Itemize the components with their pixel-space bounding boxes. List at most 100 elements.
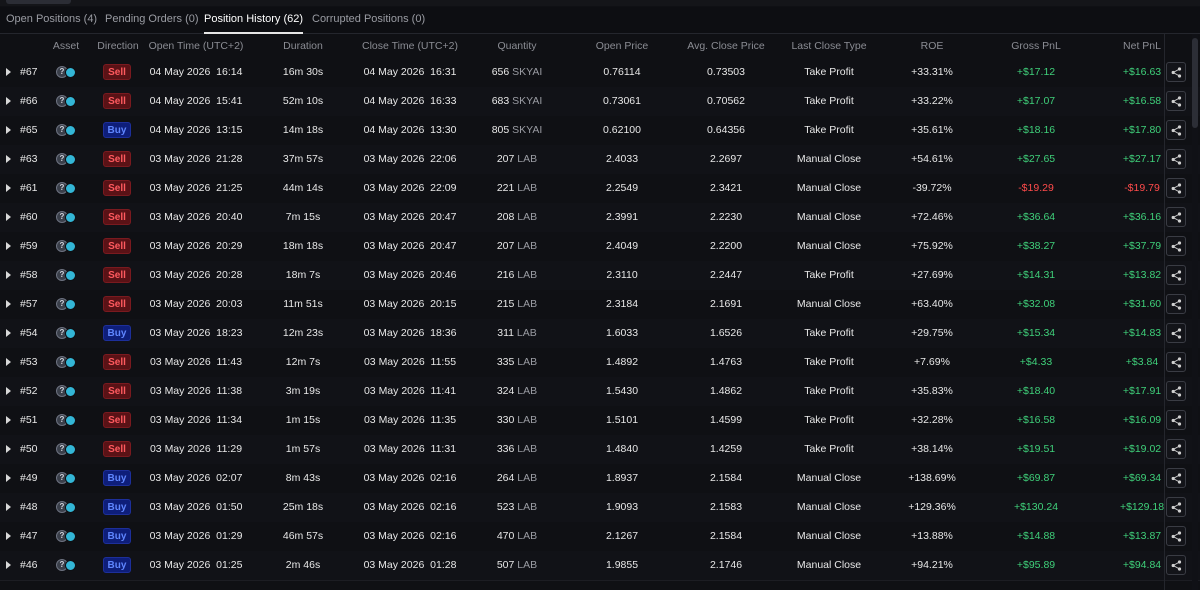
close-date: 03 May 2026 [363,269,425,281]
table-row[interactable]: #65? Buy 04 May 2026 13:15 14m 18s 04 May 20… [0,116,1200,146]
coin-usdt-icon [65,531,76,542]
open-price-cell: 1.8937 [605,472,639,484]
share-button[interactable] [1166,381,1186,401]
share-icon [1171,357,1182,368]
scrollbar-thumb[interactable] [1192,38,1198,128]
duration-cell: 3m 19s [285,385,321,397]
share-button[interactable] [1166,468,1186,488]
table-row[interactable]: #50? Sell 03 May 2026 11:29 1m 57s 03 May 20… [0,435,1200,465]
header-avg-close-price: Avg. Close Price [687,40,765,52]
share-button[interactable] [1166,120,1186,140]
table-row[interactable]: #53? Sell 03 May 2026 11:43 12m 7s 03 May 20… [0,348,1200,378]
table-row[interactable]: #61? Sell 03 May 2026 21:25 44m 14s 03 May 2… [0,174,1200,204]
expand-caret-icon[interactable] [6,126,11,134]
table-row[interactable]: #58? Sell 03 May 2026 20:28 18m 7s 03 May 20… [0,261,1200,291]
share-button[interactable] [1166,207,1186,227]
share-button[interactable] [1166,526,1186,546]
expand-caret-icon[interactable] [6,242,11,250]
expand-caret-icon[interactable] [6,329,11,337]
share-button[interactable] [1166,62,1186,82]
table-row[interactable]: #63? Sell 03 May 2026 21:28 37m 57s 03 May 2… [0,145,1200,175]
table-row[interactable]: #54? Buy 03 May 2026 18:23 12m 23s 03 May 20… [0,319,1200,349]
header-open-price: Open Price [595,40,649,52]
open-clock: 11:29 [216,443,243,455]
expand-caret-icon[interactable] [6,416,11,424]
close-date: 03 May 2026 [363,559,425,571]
coin-pair-icon: ? [56,66,76,79]
share-button[interactable] [1166,91,1186,111]
table-row[interactable]: #51? Sell 03 May 2026 11:34 1m 15s 03 May 20… [0,406,1200,436]
open-price-cell: 1.4892 [605,356,639,368]
roe-cell: +38.14% [911,443,953,455]
share-button[interactable] [1166,265,1186,285]
expand-caret-icon[interactable] [6,445,11,453]
table-row[interactable]: #57? Sell 03 May 2026 20:03 11m 51s 03 May 2… [0,290,1200,320]
open-price-cell: 2.4033 [605,153,639,165]
expand-caret-icon[interactable] [6,300,11,308]
table-header: Asset Direction Open Time (UTC+2) Durati… [0,34,1200,59]
open-date: 03 May 2026 [149,472,211,484]
close-date: 03 May 2026 [363,356,425,368]
net-pnl-cell: -$19.79 [1124,182,1160,194]
coin-usdt-icon [65,212,76,223]
quantity-value: 324 [496,385,515,397]
net-pnl-cell: +$129.18 [1119,501,1165,513]
header-open-time: Open Time (UTC+2) [148,40,244,52]
expand-caret-icon[interactable] [6,358,11,366]
close-clock: 16:33 [430,95,457,107]
table-row[interactable]: #66? Sell 04 May 2026 15:41 52m 10s 04 May 2… [0,87,1200,117]
table-row[interactable]: #60? Sell 03 May 2026 20:40 7m 15s 03 May 20… [0,203,1200,233]
expand-caret-icon[interactable] [6,155,11,163]
expand-caret-icon[interactable] [6,68,11,76]
header-duration: Duration [283,40,323,52]
table-row[interactable]: #46? Buy 03 May 2026 01:25 2m 46s 03 May 202… [0,551,1200,581]
expand-caret-icon[interactable] [6,503,11,511]
close-type-cell: Manual Close [796,472,862,484]
expand-caret-icon[interactable] [6,184,11,192]
expand-caret-icon[interactable] [6,474,11,482]
close-time-cell: 04 May 2026 13:30 [364,124,457,136]
share-button[interactable] [1166,236,1186,256]
expand-caret-icon[interactable] [6,213,11,221]
expand-caret-icon[interactable] [6,387,11,395]
share-button[interactable] [1166,178,1186,198]
open-clock: 02:07 [216,472,243,484]
table-row[interactable]: #49? Buy 03 May 2026 02:07 8m 43s 03 May 202… [0,464,1200,494]
table-row[interactable]: #48? Buy 03 May 2026 01:50 25m 18s 03 May 20… [0,493,1200,523]
close-time-cell: 03 May 2026 18:36 [364,327,457,339]
roe-cell: +94.21% [911,559,953,571]
share-button[interactable] [1166,497,1186,517]
share-button[interactable] [1166,439,1186,459]
coin-usdt-icon [65,154,76,165]
roe-cell: +75.92% [911,240,953,252]
open-price-cell: 2.3184 [605,298,639,310]
expand-caret-icon[interactable] [6,271,11,279]
quantity-symbol: LAB [516,327,537,339]
close-time-cell: 03 May 2026 11:55 [364,356,456,368]
tab-pending-orders[interactable]: Pending Orders (0) [105,13,199,25]
quantity-cell: 336 LAB [497,443,537,455]
tab-open-positions[interactable]: Open Positions (4) [6,13,97,25]
sell-badge: Sell [103,151,131,167]
quantity-value: 330 [496,414,515,426]
table-row[interactable]: #59? Sell 03 May 2026 20:29 18m 18s 03 May 2… [0,232,1200,262]
quantity-cell: 216 LAB [497,269,537,281]
table-row[interactable]: #47? Buy 03 May 2026 01:29 46m 57s 03 May 20… [0,522,1200,552]
share-button[interactable] [1166,149,1186,169]
sell-badge: Sell [103,64,131,80]
share-button[interactable] [1166,555,1186,575]
share-button[interactable] [1166,352,1186,372]
share-button[interactable] [1166,323,1186,343]
table-row[interactable]: #67? Sell 04 May 2026 16:14 16m 30s 04 May 2… [0,58,1200,88]
table-row[interactable]: #52? Sell 03 May 2026 11:38 3m 19s 03 May 20… [0,377,1200,407]
expand-caret-icon[interactable] [6,97,11,105]
tab-position-history[interactable]: Position History (62) [204,13,304,34]
share-button[interactable] [1166,410,1186,430]
share-button[interactable] [1166,294,1186,314]
vertical-scrollbar[interactable] [1192,34,1198,590]
expand-caret-icon[interactable] [6,561,11,569]
tab-corrupted-positions[interactable]: Corrupted Positions (0) [312,13,425,25]
share-column-divider [1164,34,1165,590]
expand-caret-icon[interactable] [6,532,11,540]
open-price-cell: 2.1267 [605,530,639,542]
